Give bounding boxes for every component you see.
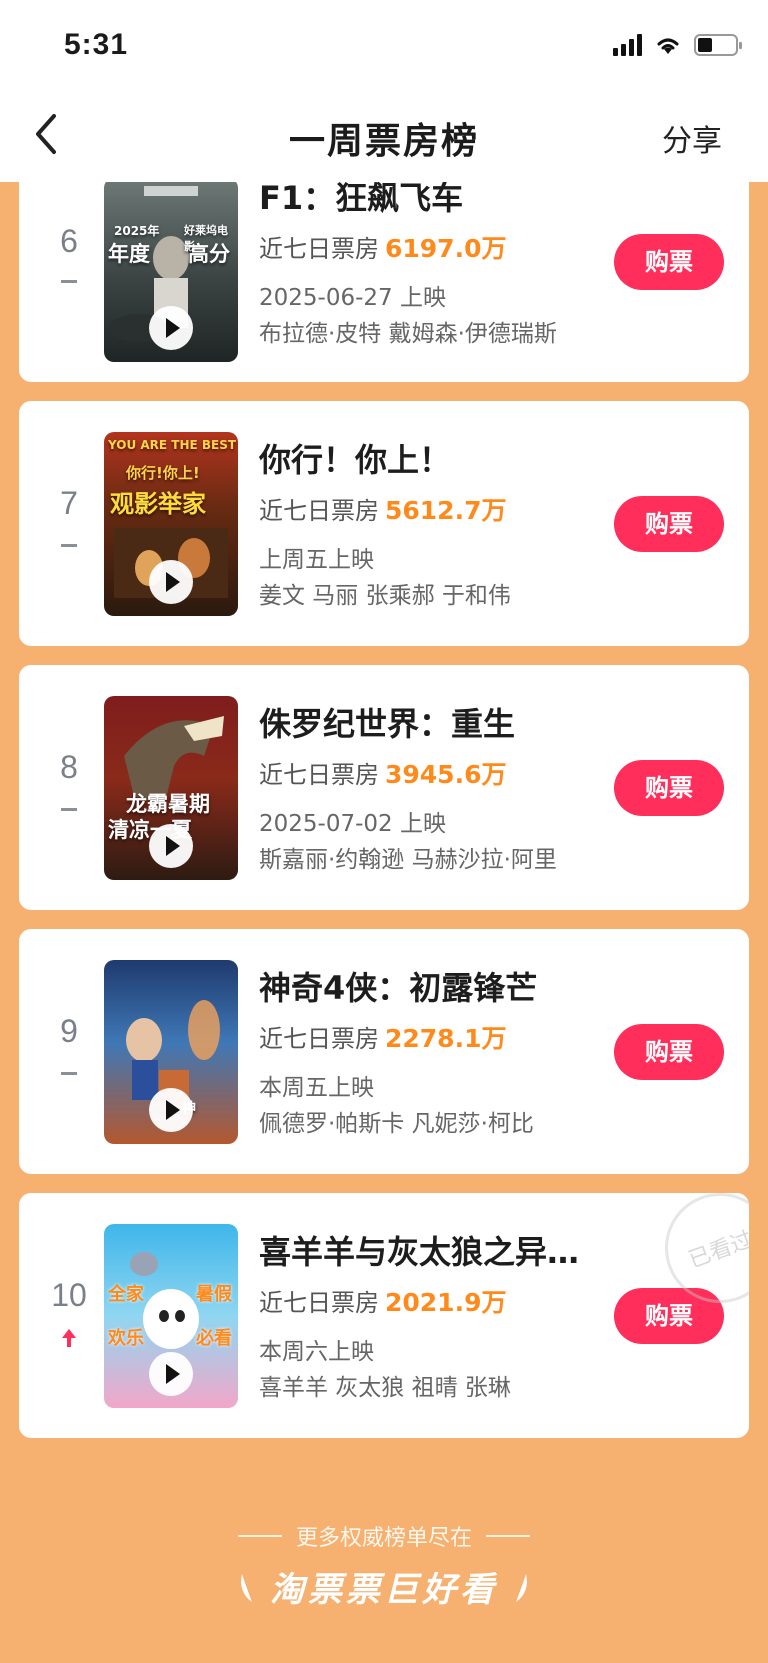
cast-list: 姜文 马丽 张乘郝 于和伟 xyxy=(259,583,511,609)
release-date: 本周六上映 xyxy=(259,1339,374,1365)
movie-card[interactable]: 10 全家 欢乐 暑假 必看 喜羊羊与灰太狼之异… 近七日票房 2021.9万 本… xyxy=(19,1193,749,1438)
movie-title: 侏罗纪世界：重生 xyxy=(259,705,516,743)
rank-number: 9 xyxy=(60,1013,78,1049)
cast-list: 佩德罗·帕斯卡 凡妮莎·柯比 xyxy=(259,1111,534,1137)
movie-poster[interactable]: 神 xyxy=(104,960,238,1144)
rank-up-arrow-icon xyxy=(62,1329,76,1347)
box-office: 近七日票房 2278.1万 xyxy=(259,1019,506,1055)
release-date: 2025-07-02 上映 xyxy=(259,811,446,837)
divider xyxy=(237,1535,282,1537)
cast-list: 喜羊羊 灰太狼 祖晴 张琳 xyxy=(259,1375,511,1401)
box-office-label: 近七日票房 xyxy=(259,1025,379,1053)
rank-number: 10 xyxy=(51,1277,87,1313)
box-office-value: 5612.7万 xyxy=(385,496,507,525)
footer-brand[interactable]: 淘票票巨好看 xyxy=(0,1562,768,1611)
wifi-icon xyxy=(657,38,679,54)
signal-icon xyxy=(613,34,642,56)
rank-number: 6 xyxy=(60,223,78,259)
release-date: 2025-06-27 上映 xyxy=(259,285,446,311)
poster-word-1: 全家 xyxy=(108,1284,144,1305)
box-office-label: 近七日票房 xyxy=(259,1289,379,1317)
movie-poster[interactable]: 2025年 好莱坞电影 年度 高分 xyxy=(104,178,238,362)
status-time: 5:31 xyxy=(64,28,129,61)
box-office-value: 2278.1万 xyxy=(385,1024,507,1053)
movie-title: 喜羊羊与灰太狼之异… xyxy=(259,1233,580,1271)
rank-flat-icon xyxy=(61,280,77,283)
box-office: 近七日票房 6197.0万 xyxy=(259,229,506,265)
buy-ticket-button[interactable]: 购票 xyxy=(614,1024,724,1080)
footer-tagline-row: 更多权威榜单尽在 xyxy=(0,1520,768,1552)
poster-word-2: 高分 xyxy=(188,242,230,266)
box-office: 近七日票房 2021.9万 xyxy=(259,1283,506,1319)
page-title: 一周票房榜 xyxy=(288,121,479,162)
box-office-label: 近七日票房 xyxy=(259,761,379,789)
poster-word-3: 暑假 xyxy=(196,1284,232,1305)
box-office-label: 近七日票房 xyxy=(259,235,379,263)
buy-ticket-button[interactable]: 购票 xyxy=(614,234,724,290)
share-button[interactable]: 分享 xyxy=(662,116,722,160)
box-office-label: 近七日票房 xyxy=(259,497,379,525)
rank-number: 7 xyxy=(60,485,78,521)
battery-icon xyxy=(694,34,742,56)
laurel-left-icon xyxy=(241,1573,252,1602)
rank-number: 8 xyxy=(60,749,78,785)
poster-word-1: 年度 xyxy=(108,242,150,266)
poster-year: 2025年 xyxy=(114,224,160,238)
movie-poster[interactable]: 龙霸暑期 清凉一夏 xyxy=(104,696,238,880)
play-icon[interactable] xyxy=(149,1352,193,1396)
play-icon[interactable] xyxy=(149,824,193,868)
movie-title: 神奇4侠：初露锋芒 xyxy=(259,969,538,1007)
app-header: 5:31 一周票房榜 分享 xyxy=(0,0,768,182)
poster-headline: 观影举家 xyxy=(110,490,206,518)
status-icons xyxy=(613,34,742,56)
cast-list: 布拉德·皮特 戴姆森·伊德瑞斯 xyxy=(259,321,557,347)
movie-card[interactable]: 8 龙霸暑期 清凉一夏 侏罗纪世界：重生 近七日票房 3945.6万 2025-0… xyxy=(19,665,749,910)
footer-tagline: 更多权威榜单尽在 xyxy=(295,1526,472,1551)
laurel-right-icon xyxy=(516,1573,527,1602)
buy-ticket-button[interactable]: 购票 xyxy=(614,496,724,552)
movie-card[interactable]: 7 YOU ARE THE BEST 你行!你上! 观影举家 你行！你上！ 近七… xyxy=(19,401,749,646)
rank-flat-icon xyxy=(61,808,77,811)
divider xyxy=(486,1535,530,1537)
movie-card[interactable]: 9 神 神奇4侠：初露锋芒 近七日票房2278.1万 本周五上映 佩德罗·帕斯卡… xyxy=(19,929,749,1174)
box-office: 近七日票房 5612.7万 xyxy=(259,491,506,527)
poster-banner: YOU ARE THE BEST xyxy=(108,438,237,452)
release-date: 本周五上映 xyxy=(259,1075,374,1101)
box-office-value: 3945.6万 xyxy=(385,760,507,789)
box-office-value: 2021.9万 xyxy=(385,1288,507,1317)
play-icon[interactable] xyxy=(149,306,193,350)
movie-title: 你行！你上！ xyxy=(259,441,452,479)
footer: 更多权威榜单尽在 淘票票巨好看 xyxy=(0,1520,768,1611)
movie-poster[interactable]: 全家 欢乐 暑假 必看 xyxy=(104,1224,238,1408)
movie-poster[interactable]: YOU ARE THE BEST 你行!你上! 观影举家 xyxy=(104,432,238,616)
box-office: 近七日票房 3945.6万 xyxy=(259,755,506,791)
rank-flat-icon xyxy=(61,1072,77,1075)
poster-word-4: 必看 xyxy=(196,1328,232,1349)
play-icon[interactable] xyxy=(149,1088,193,1132)
poster-word-2: 欢乐 xyxy=(108,1328,144,1349)
buy-ticket-button[interactable]: 购票 xyxy=(614,760,724,816)
release-date: 上周五上映 xyxy=(259,547,374,573)
footer-brand-text: 淘票票巨好看 xyxy=(270,1570,498,1610)
rank-flat-icon xyxy=(61,544,77,547)
play-icon[interactable] xyxy=(149,560,193,604)
cast-list: 斯嘉丽·约翰逊 马赫沙拉·阿里 xyxy=(259,847,557,873)
box-office-value: 6197.0万 xyxy=(385,234,507,263)
poster-subtitle: 你行!你上! xyxy=(126,464,200,482)
